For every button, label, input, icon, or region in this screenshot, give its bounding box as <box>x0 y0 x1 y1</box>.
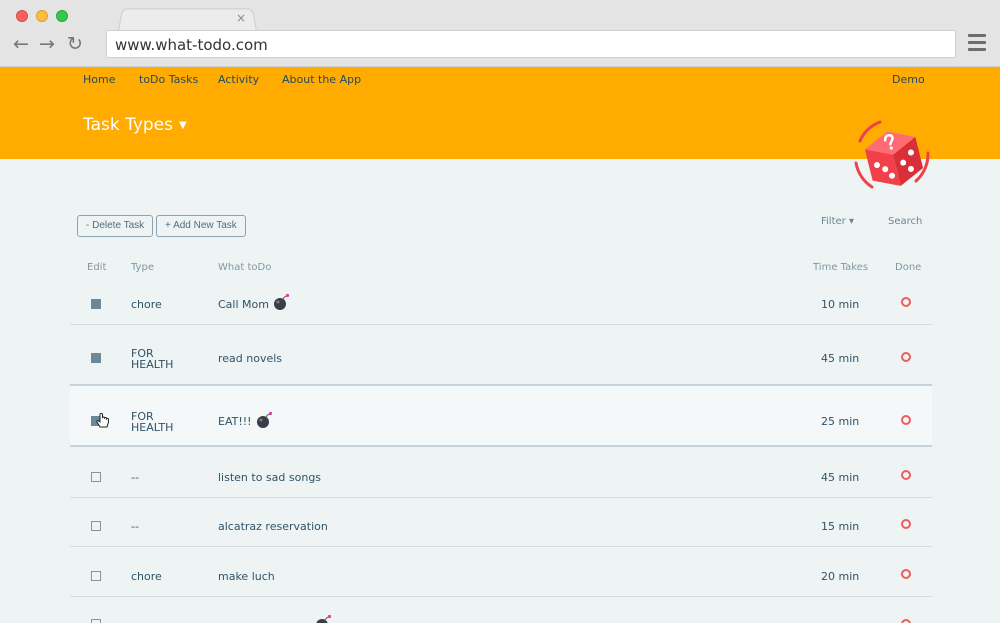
hamburger-menu-icon[interactable] <box>968 34 986 52</box>
search-link[interactable]: Search <box>888 216 922 227</box>
row-select-checkbox[interactable] <box>91 619 101 623</box>
row-time: 15 min <box>821 520 860 533</box>
back-arrow-icon[interactable]: ← <box>13 33 29 55</box>
table-row[interactable]: FOR HEALTH read novels 45 min <box>70 325 932 385</box>
table-row-partial[interactable] <box>70 597 932 623</box>
caret-down-icon: ▼ <box>179 119 187 131</box>
row-select-checkbox[interactable] <box>91 299 101 309</box>
table-row[interactable]: -- listen to sad songs 45 min <box>70 447 932 498</box>
url-text: www.what-todo.com <box>115 36 268 54</box>
table-row[interactable]: FOR HEALTH EAT!!! 25 min <box>70 384 932 447</box>
forward-arrow-icon[interactable]: → <box>39 33 55 55</box>
row-task: EAT!!! <box>218 415 252 428</box>
row-select-checkbox[interactable] <box>91 472 101 482</box>
bomb-icon <box>274 293 290 310</box>
row-task: read novels <box>218 352 283 365</box>
close-window-button[interactable] <box>16 10 28 22</box>
column-header-done: Done <box>895 262 922 273</box>
done-toggle[interactable] <box>901 352 911 362</box>
column-header-time: Time Takes <box>813 262 869 273</box>
row-time: 25 min <box>821 415 860 428</box>
row-select-checkbox[interactable] <box>91 571 101 581</box>
row-select-checkbox[interactable] <box>91 521 101 531</box>
page-title: Task Types <box>83 115 173 135</box>
nav-todo-tasks[interactable]: toDo Tasks <box>139 73 198 86</box>
row-task: make luch <box>218 570 275 583</box>
tab-close-icon[interactable]: × <box>236 10 246 26</box>
row-type: FOR HEALTH <box>131 410 174 434</box>
delete-task-button[interactable]: - Delete Task <box>77 215 154 237</box>
row-time: 20 min <box>821 570 860 583</box>
row-time: 45 min <box>821 471 860 484</box>
row-type: -- <box>131 471 139 484</box>
nav-user[interactable]: Demo <box>892 73 925 86</box>
done-toggle[interactable] <box>901 569 911 579</box>
row-type: chore <box>131 570 162 583</box>
done-toggle[interactable] <box>901 415 911 425</box>
nav-about[interactable]: About the App <box>282 73 361 86</box>
bomb-icon <box>316 614 332 623</box>
row-time: 10 min <box>821 298 860 311</box>
table-row[interactable]: -- alcatraz reservation 15 min <box>70 498 932 547</box>
row-time: 45 min <box>821 352 860 365</box>
browser-chrome: × ← → ↻ www.what-todo.com <box>0 0 1000 67</box>
done-toggle[interactable] <box>901 297 911 307</box>
row-task: Call Mom <box>218 298 269 311</box>
page-title-dropdown[interactable]: Task Types ▼ <box>83 115 187 135</box>
done-toggle[interactable] <box>901 470 911 480</box>
add-new-task-button[interactable]: + Add New Task <box>156 215 246 237</box>
nav-home[interactable]: Home <box>83 73 115 86</box>
column-header-what: What toDo <box>218 262 272 273</box>
address-bar[interactable]: www.what-todo.com <box>106 30 956 58</box>
reload-icon[interactable]: ↻ <box>67 33 83 55</box>
dice-logo-icon <box>854 120 930 189</box>
hand-cursor-icon <box>96 413 109 428</box>
row-type: FOR HEALTH <box>131 347 174 371</box>
column-header-edit: Edit <box>87 262 107 273</box>
table-row[interactable]: chore Call Mom 10 min <box>70 280 932 325</box>
maximize-window-button[interactable] <box>56 10 68 22</box>
row-task: alcatraz reservation <box>218 520 328 533</box>
done-toggle[interactable] <box>901 619 911 623</box>
bomb-icon <box>257 411 273 428</box>
row-select-checkbox[interactable] <box>91 353 101 363</box>
minimize-window-button[interactable] <box>36 10 48 22</box>
row-task: listen to sad songs <box>218 471 322 484</box>
nav-activity[interactable]: Activity <box>218 73 259 86</box>
filter-dropdown[interactable]: Filter ▾ <box>821 216 854 227</box>
row-type: chore <box>131 298 162 311</box>
done-toggle[interactable] <box>901 519 911 529</box>
row-type: -- <box>131 520 139 533</box>
column-header-type: Type <box>131 262 154 273</box>
table-row[interactable]: chore make luch 20 min <box>70 547 932 597</box>
